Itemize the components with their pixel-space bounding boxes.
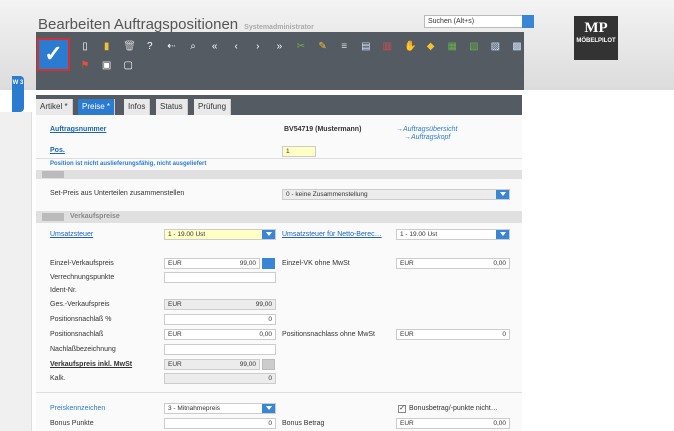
bp-input[interactable]: 0 <box>164 418 276 429</box>
pnp-label: Positionsnachlaß % <box>50 316 112 323</box>
ident-label: Ident-Nr. <box>50 287 77 294</box>
search-dropdown-button[interactable] <box>522 15 534 28</box>
ust-select[interactable]: 1 - 19.00 Ust <box>164 229 276 240</box>
gvp-label: Ges.-Verkaufspreis <box>50 301 110 308</box>
auftragsuebersicht-link[interactable]: →Auftragsübersicht <box>396 126 457 133</box>
calculator-icon[interactable] <box>262 258 275 269</box>
calculator-disabled-icon <box>262 359 275 370</box>
ust-label[interactable]: Umsatzsteuer <box>50 231 93 238</box>
prev-icon[interactable]: ‹ <box>231 41 241 53</box>
document-arrow-icon[interactable]: ▥ <box>382 41 392 53</box>
bb-input[interactable]: EUR 0,00 <box>396 418 510 429</box>
divider <box>36 158 522 159</box>
first-icon[interactable]: « <box>210 41 220 53</box>
tab-pruefung[interactable]: Prüfung <box>194 99 232 115</box>
kalk-input: 0 <box>164 373 276 384</box>
logo: MP MÖBELPILOT <box>574 16 618 60</box>
document-icon[interactable]: ▤ <box>361 41 371 53</box>
page-title: Bearbeiten Auftragspositionen Systemadmin… <box>38 16 314 33</box>
back-icon[interactable]: ⇠ <box>166 41 176 53</box>
document-edit-icon[interactable]: ▩ <box>512 41 522 53</box>
vpi-label: Verkaufspreis inkl. MwSt <box>50 361 133 368</box>
pn-label: Positionsnachlaß <box>50 331 104 338</box>
flags-icon[interactable]: ⚑ <box>80 60 90 72</box>
collapse-toggle-icon[interactable] <box>42 171 64 178</box>
warning-text: Position ist nicht auslieferungsfähig, n… <box>50 161 207 167</box>
bp-label: Bonus Punkte <box>50 420 94 427</box>
pno-label: Positionsnachlass ohne MwSt <box>282 331 375 338</box>
nb-input[interactable] <box>164 344 276 355</box>
tab-infos[interactable]: Infos <box>124 99 151 115</box>
vpi-input: EUR 99,00 <box>164 359 260 370</box>
last-icon[interactable]: » <box>274 41 284 53</box>
bb-label: Bonus Betrag <box>282 420 325 427</box>
calculator-icon[interactable]: ▣ <box>102 60 112 72</box>
document-text-icon[interactable]: ▨ <box>490 41 500 53</box>
ezvk-label: Einzel-VK ohne MwSt <box>282 260 350 267</box>
collapse-toggle-icon[interactable] <box>42 213 64 221</box>
tag-icon[interactable]: ◆ <box>426 41 436 53</box>
tab-status[interactable]: Status <box>156 99 188 115</box>
tab-preise[interactable]: Preise * <box>78 99 116 115</box>
pnp-input[interactable]: 0 <box>164 314 276 325</box>
tab-artikel[interactable]: Artikel * <box>36 99 73 115</box>
nb-label: Nachlaßbezeichnung <box>50 346 116 353</box>
set-label: Set-Preis aus Unterteilen zusammenstelle… <box>50 190 185 197</box>
save-button[interactable]: ✓ <box>37 38 70 71</box>
gvp-input: EUR 99,00 <box>164 299 276 310</box>
handshake-icon[interactable]: ✋ <box>404 41 416 53</box>
document-export-icon[interactable]: ▧ <box>469 41 479 53</box>
tool-icon[interactable]: ✂ <box>296 41 306 53</box>
search-input[interactable]: Suchen (Alt+s) <box>424 15 534 28</box>
next-icon[interactable]: › <box>253 41 263 53</box>
search-icon[interactable]: ⌕ <box>188 41 198 53</box>
section-collapse-bar[interactable] <box>36 170 522 179</box>
divider <box>36 392 522 393</box>
side-tab[interactable]: W 3 <box>12 76 24 112</box>
list-icon[interactable]: ≡ <box>339 41 349 53</box>
bonus-checkbox[interactable]: ✓ <box>398 405 406 413</box>
folder-icon[interactable]: ▮ <box>102 41 112 53</box>
set-select[interactable]: 0 - keine Zusammenstellung <box>282 189 510 200</box>
auftrag-value: BV54719 (Mustermann) <box>284 126 362 133</box>
ust-netto-select[interactable]: 1 - 19.00 Ust <box>396 229 510 240</box>
pk-select[interactable]: 3 - Mitnahmepreis <box>164 403 276 414</box>
ezvp-label: Einzel-Verkaufspreis <box>50 260 114 267</box>
document-small-icon[interactable]: ▢ <box>123 60 133 72</box>
pn-input[interactable]: EUR 0,00 <box>164 329 276 340</box>
user-label: Systemadministrator <box>244 24 314 31</box>
help-icon[interactable]: ? <box>145 41 155 53</box>
vrp-label: Verrechnungspunkte <box>50 274 115 281</box>
auftrag-label[interactable]: Auftragsnummer <box>50 126 106 133</box>
ust-netto-label[interactable]: Umsatzsteuer für Netto-Berec… <box>282 231 382 238</box>
document-chart-icon[interactable]: ▦ <box>447 41 457 53</box>
ezvp-input[interactable]: EUR 99,00 <box>164 258 260 269</box>
auftragskopf-link[interactable]: →Auftragskopf <box>404 134 450 141</box>
pencil-icon[interactable]: ✎ <box>318 41 328 53</box>
delete-icon[interactable]: 🗑 <box>123 41 136 53</box>
bonus-checkbox-row[interactable]: ✓ Bonusbetrag/-punkte nicht… <box>398 405 498 413</box>
pno-input[interactable]: EUR 0 <box>396 329 510 340</box>
left-sidebar <box>0 112 32 431</box>
new-icon[interactable]: ▯ <box>80 41 90 53</box>
pos-label: Pos. <box>50 147 65 154</box>
ezvk-input[interactable]: EUR 0,00 <box>396 258 510 269</box>
kalk-label: Kalk. <box>50 375 66 382</box>
pos-input[interactable]: 1 <box>282 146 316 157</box>
vrp-input[interactable] <box>164 272 276 283</box>
section-title: Verkaufspreise <box>70 213 120 220</box>
tab-bar: Artikel * Preise * Infos Status Prüfung <box>36 95 522 115</box>
pk-label[interactable]: Preiskennzeichen <box>50 405 105 412</box>
